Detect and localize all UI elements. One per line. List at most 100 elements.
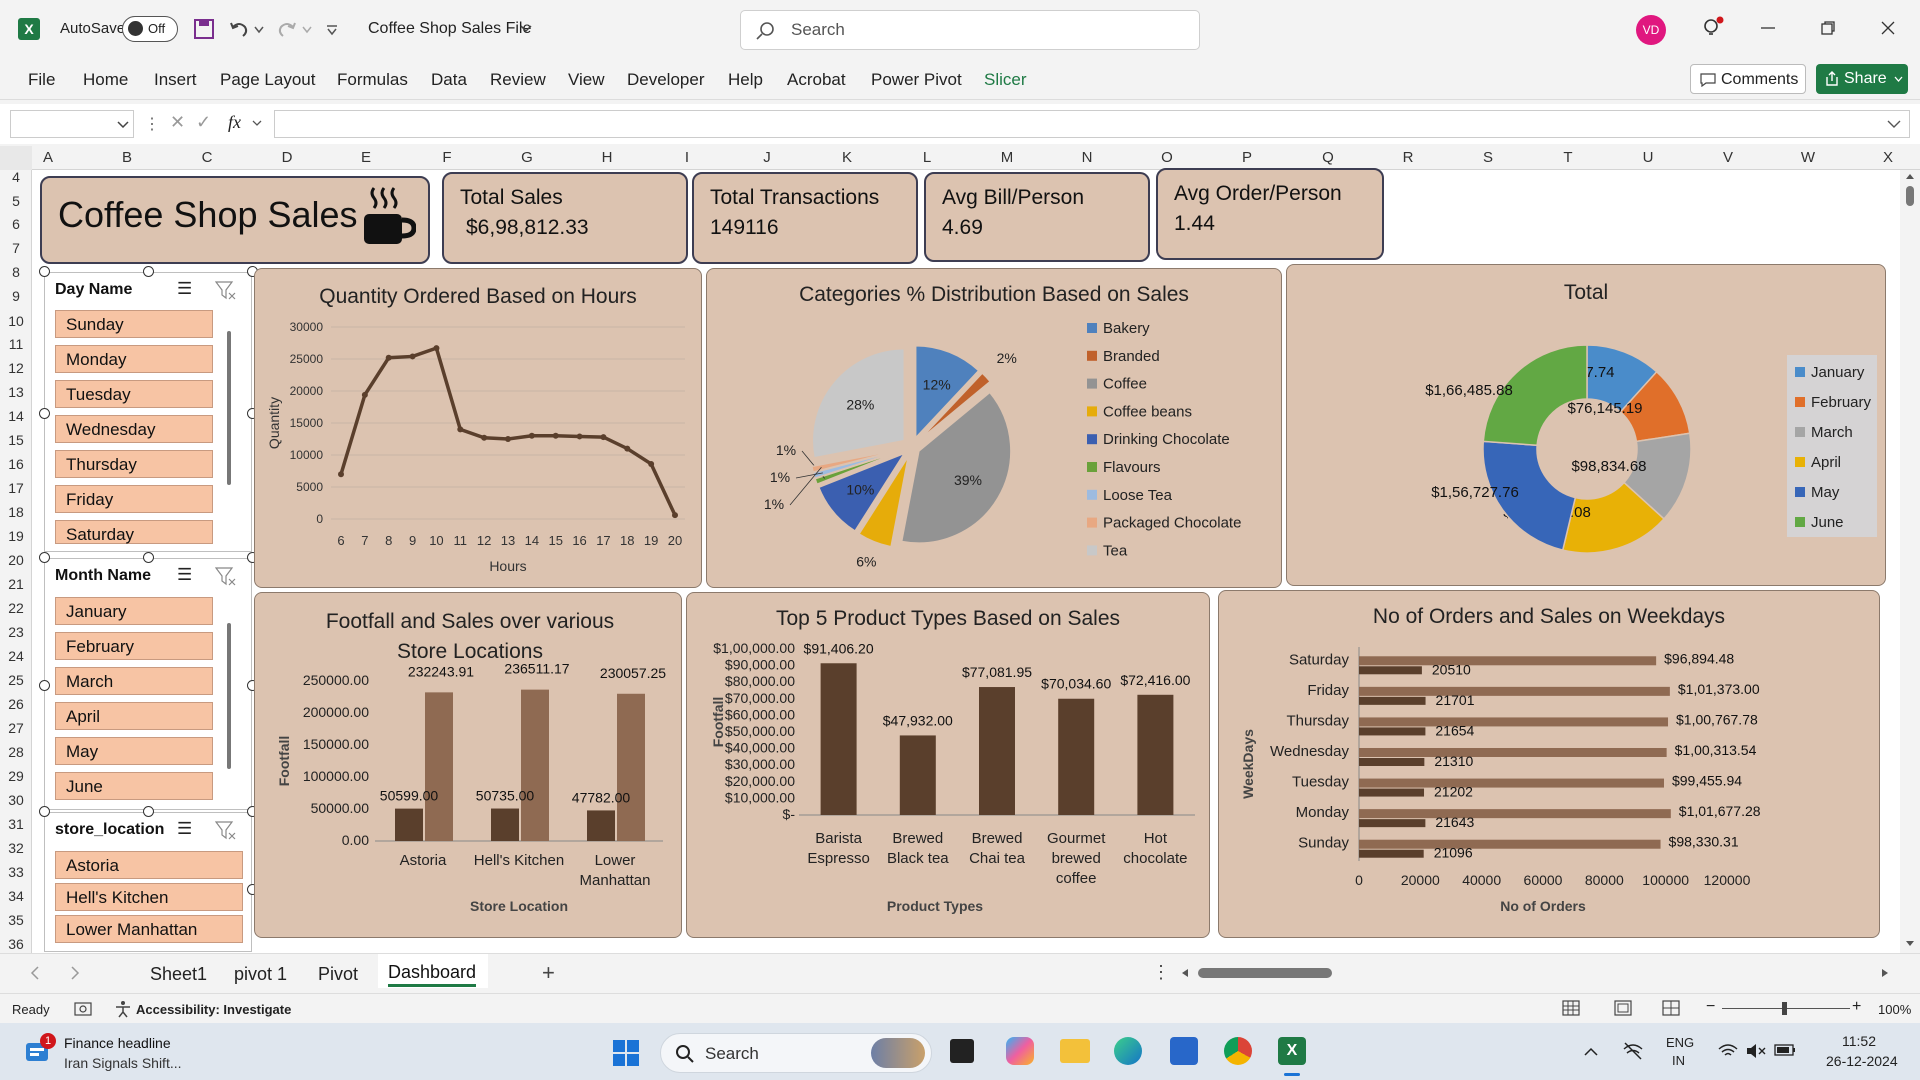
search-box[interactable]: Search [740, 10, 1200, 50]
insert-function-button[interactable]: fx [228, 112, 241, 133]
row-header[interactable]: 26 [4, 696, 28, 712]
scroll-left-icon[interactable] [1180, 968, 1190, 978]
tab-home[interactable]: Home [83, 70, 128, 90]
row-header[interactable]: 16 [4, 456, 28, 472]
col-header[interactable]: C [197, 149, 217, 166]
slicer-item-february[interactable]: February [55, 632, 213, 660]
clear-filter-icon[interactable] [215, 567, 237, 587]
row-header[interactable]: 19 [4, 528, 28, 544]
restore-icon[interactable] [1820, 20, 1836, 36]
select-all-corner[interactable] [0, 146, 32, 170]
row-header[interactable]: 20 [4, 552, 28, 568]
prev-sheet-icon[interactable] [30, 966, 40, 980]
col-header[interactable]: D [277, 149, 297, 166]
wifi-icon[interactable] [1718, 1043, 1738, 1059]
redo-icon[interactable] [276, 18, 298, 40]
slicer-item-april[interactable]: April [55, 702, 213, 730]
undo-dropdown-icon[interactable] [254, 26, 264, 34]
col-header[interactable]: R [1398, 149, 1418, 166]
row-header[interactable]: 11 [4, 336, 28, 352]
col-header[interactable]: O [1157, 149, 1177, 166]
tab-file[interactable]: File [28, 70, 55, 90]
slicer-item-wednesday[interactable]: Wednesday [55, 415, 213, 443]
task-view-icon[interactable] [950, 1039, 974, 1063]
share-button[interactable]: Share [1816, 64, 1908, 94]
taskbar-search[interactable]: Search [660, 1033, 932, 1073]
tray-chevron-icon[interactable] [1584, 1047, 1598, 1056]
file-explorer-icon[interactable] [1060, 1039, 1090, 1063]
tab-power-pivot[interactable]: Power Pivot [871, 70, 962, 90]
col-header[interactable]: V [1718, 149, 1738, 166]
customize-qat-icon[interactable] [326, 24, 338, 36]
sheet-tab-dashboard[interactable]: Dashboard [378, 954, 488, 988]
chart-weekday-orders[interactable]: No of Orders and Sales on Weekdays Satur… [1218, 590, 1880, 938]
clock-date[interactable]: 26-12-2024 [1826, 1053, 1898, 1069]
edge-browser-icon[interactable] [1114, 1037, 1142, 1065]
col-header[interactable]: I [677, 149, 697, 166]
multi-select-icon[interactable]: ☰ [177, 819, 192, 839]
resize-handle[interactable] [143, 552, 154, 563]
minimize-icon[interactable] [1760, 26, 1776, 30]
add-sheet-icon[interactable]: + [542, 960, 555, 986]
row-header[interactable]: 22 [4, 600, 28, 616]
horizontal-scrollbar[interactable] [1180, 966, 1892, 980]
row-header[interactable]: 29 [4, 768, 28, 784]
language-region[interactable]: IN [1672, 1053, 1685, 1068]
name-box[interactable] [10, 110, 134, 138]
tab-acrobat[interactable]: Acrobat [787, 70, 846, 90]
col-header[interactable]: Q [1318, 149, 1338, 166]
accessibility-status[interactable]: Accessibility: Investigate [136, 1002, 291, 1017]
row-header[interactable]: 5 [4, 193, 28, 209]
tab-review[interactable]: Review [490, 70, 546, 90]
resize-handle[interactable] [39, 266, 50, 277]
row-header[interactable]: 35 [4, 912, 28, 928]
slicer-item-monday[interactable]: Monday [55, 345, 213, 373]
formula-input[interactable] [274, 110, 1910, 138]
sheet-options-icon[interactable]: ⋮ [1152, 962, 1170, 983]
zoom-level[interactable]: 100% [1878, 1002, 1911, 1017]
col-header[interactable]: F [437, 149, 457, 166]
row-header[interactable]: 10 [4, 313, 28, 329]
chart-monthly-total[interactable]: Total $81,677.74$76,145.19$98,834.68$1,1… [1286, 264, 1886, 586]
excel-taskbar-icon[interactable]: X [1278, 1037, 1306, 1065]
resize-handle[interactable] [143, 806, 154, 817]
col-header[interactable]: E [356, 149, 376, 166]
slicer-day-name[interactable]: Day Name ☰ Sunday Monday Tuesday Wednesd… [44, 272, 252, 552]
more-options-icon[interactable]: ⋮ [144, 114, 160, 134]
row-header[interactable]: 33 [4, 864, 28, 880]
slicer-item-january[interactable]: January [55, 597, 213, 625]
col-header[interactable]: S [1478, 149, 1498, 166]
col-header[interactable]: K [837, 149, 857, 166]
accessibility-icon[interactable] [114, 1000, 132, 1018]
page-break-view-icon[interactable] [1662, 1000, 1680, 1016]
slicer-item-astoria[interactable]: Astoria [55, 851, 243, 879]
col-header[interactable]: H [597, 149, 617, 166]
col-header[interactable]: B [117, 149, 137, 166]
row-header[interactable]: 15 [4, 432, 28, 448]
tab-data[interactable]: Data [431, 70, 467, 90]
page-layout-view-icon[interactable] [1614, 1000, 1632, 1016]
close-icon[interactable] [1880, 20, 1896, 36]
next-sheet-icon[interactable] [70, 966, 80, 980]
resize-handle[interactable] [39, 806, 50, 817]
expand-formula-icon[interactable] [1887, 120, 1901, 129]
language-code[interactable]: ENG [1666, 1035, 1694, 1050]
chart-quantity-by-hour[interactable]: Quantity Ordered Based on Hours 30000 250… [254, 268, 702, 588]
row-header[interactable]: 7 [4, 240, 28, 256]
confirm-entry-icon[interactable]: ✓ [196, 112, 211, 133]
row-header[interactable]: 34 [4, 888, 28, 904]
network-off-icon[interactable] [1622, 1041, 1644, 1061]
slicer-item-may[interactable]: May [55, 737, 213, 765]
multi-select-icon[interactable]: ☰ [177, 565, 192, 585]
clear-filter-icon[interactable] [215, 821, 237, 841]
volume-muted-icon[interactable] [1746, 1043, 1766, 1059]
row-header[interactable]: 30 [4, 792, 28, 808]
chart-footfall-by-store[interactable]: Footfall and Sales over various Store Lo… [254, 592, 682, 938]
resize-handle[interactable] [39, 680, 50, 691]
comments-button[interactable]: Comments [1690, 64, 1806, 94]
row-header[interactable]: 31 [4, 816, 28, 832]
row-header[interactable]: 6 [4, 216, 28, 232]
row-header[interactable]: 23 [4, 624, 28, 640]
battery-icon[interactable] [1774, 1044, 1796, 1056]
slicer-item-hells-kitchen[interactable]: Hell's Kitchen [55, 883, 243, 911]
